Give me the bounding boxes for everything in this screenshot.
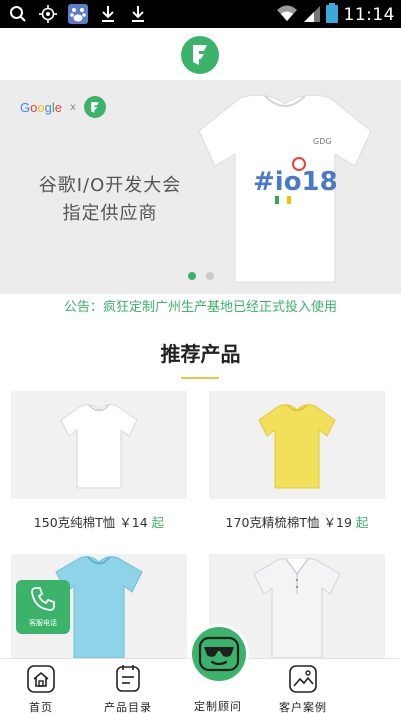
wifi-icon [276, 4, 298, 26]
download-icon [98, 4, 118, 24]
product-caption: 150克纯棉T恤 ￥14 起 [11, 512, 187, 531]
shirt-tag-text: GDG [313, 137, 332, 146]
advisor-icon [192, 627, 246, 681]
catalog-icon [114, 665, 142, 693]
tshirt-image [258, 404, 336, 489]
location-icon [38, 4, 58, 24]
carousel-dot[interactable] [205, 272, 214, 280]
product-image[interactable] [209, 391, 385, 499]
phone-label: 客服电话 [29, 619, 57, 627]
nav-label: 首页 [29, 701, 53, 713]
nav-label: 客户案例 [279, 701, 327, 713]
app-header [0, 28, 401, 80]
banner-headline: 谷歌I/O开发大会 指定供应商 [30, 172, 190, 228]
nav-label: 产品目录 [104, 701, 152, 713]
signal-icon [303, 4, 320, 26]
baidu-icon [68, 4, 88, 24]
product-price: ￥14 [119, 515, 148, 530]
nav-item-catalog[interactable]: 产品目录 [88, 659, 168, 713]
product-caption: 170克精梳棉T恤 ￥19 起 [209, 512, 385, 531]
price-suffix: 起 [151, 515, 165, 530]
product-card[interactable]: 170克精梳棉T恤 ￥19 起 [209, 391, 385, 531]
product-name: 150克纯棉T恤 [33, 515, 116, 530]
tshirt-image: GDG #io18 [198, 94, 372, 283]
promo-banner[interactable]: Google x 谷歌I/O开发大会 指定供应商 GDG #io18 [0, 80, 401, 294]
brand-f-logo-icon [83, 96, 106, 118]
download-icon [128, 4, 148, 24]
battery-icon [325, 3, 338, 27]
announcement-text[interactable]: 公告：疯狂定制广州生产基地已经正式投入使用 [0, 297, 401, 319]
status-bar: 11:14 [0, 0, 401, 28]
polo-shirt-image [253, 558, 341, 658]
status-time: 11:14 [343, 5, 395, 25]
carousel-indicator [0, 272, 401, 280]
tshirt-image [60, 404, 138, 489]
brand-f-logo-icon[interactable] [181, 36, 219, 74]
shirt-print-text: #io18 [253, 167, 338, 197]
product-price: ￥19 [323, 515, 352, 530]
advisor-button[interactable] [189, 624, 249, 684]
gallery-icon [289, 665, 317, 693]
banner-x-text: x [69, 101, 76, 113]
carousel-dot-active[interactable] [187, 272, 196, 280]
price-suffix: 起 [355, 515, 369, 530]
customer-service-phone-button[interactable]: 客服电话 [16, 580, 70, 634]
section-underline [181, 377, 219, 379]
product-name: 170克精梳棉T恤 [225, 515, 320, 530]
section-title: 推荐产品 [160, 342, 241, 366]
phone-icon [30, 586, 56, 616]
nav-label: 定制顾问 [194, 700, 242, 713]
nav-item-cases[interactable]: 客户案例 [263, 659, 343, 713]
product-card[interactable]: 150克纯棉T恤 ￥14 起 [11, 391, 187, 531]
google-logo: Google [20, 99, 62, 115]
search-icon [8, 4, 28, 24]
banner-line-2: 指定供应商 [62, 203, 158, 224]
banner-line-1: 谷歌I/O开发大会 [38, 175, 182, 196]
nav-item-home[interactable]: 首页 [1, 659, 81, 713]
product-image[interactable] [11, 391, 187, 499]
banner-cobrand: Google x [20, 96, 106, 118]
home-icon [27, 665, 55, 693]
